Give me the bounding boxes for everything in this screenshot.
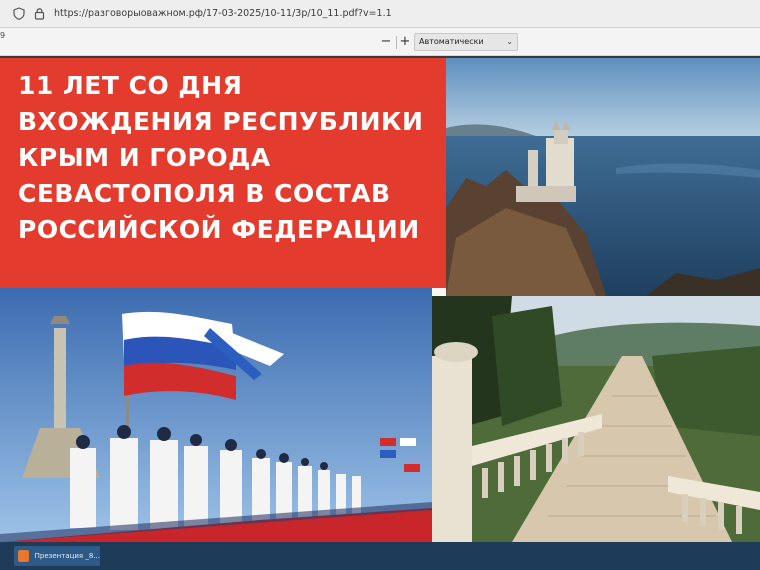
- photo-swallows-nest: [446, 58, 760, 296]
- url-text[interactable]: https://разговорыоважном.рф/17-03-2025/1…: [54, 8, 392, 19]
- slide-title-line: КРЫМ И ГОРОДА: [18, 143, 271, 172]
- pdf-page: 11 ЛЕТ СО ДНЯ ВХОЖДЕНИЯ РЕСПУБЛИКИ КРЫМ …: [0, 58, 760, 542]
- lock-icon[interactable]: [30, 5, 48, 23]
- zoom-out-button[interactable]: −: [379, 35, 393, 49]
- title-panel: 11 ЛЕТ СО ДНЯ ВХОЖДЕНИЯ РЕСПУБЛИКИ КРЫМ …: [0, 58, 446, 288]
- photo-park-staircase: [432, 296, 760, 542]
- chevron-down-icon: ⌄: [506, 37, 513, 46]
- slide-title: 11 ЛЕТ СО ДНЯ ВХОЖДЕНИЯ РЕСПУБЛИКИ КРЫМ …: [18, 68, 438, 248]
- shield-icon[interactable]: [10, 5, 28, 23]
- zoom-in-button[interactable]: +: [398, 35, 412, 49]
- zoom-select-value: Автоматически: [419, 37, 484, 46]
- toolbar-divider: [396, 36, 397, 49]
- page-number[interactable]: 9: [0, 31, 5, 40]
- browser-address-bar: https://разговорыоважном.рф/17-03-2025/1…: [0, 0, 760, 28]
- slide-title-line: РОССИЙСКОЙ ФЕДЕРАЦИИ: [18, 215, 420, 244]
- slide-title-line: 11 ЛЕТ СО ДНЯ: [18, 71, 243, 100]
- pdf-viewer[interactable]: 11 ЛЕТ СО ДНЯ ВХОЖДЕНИЯ РЕСПУБЛИКИ КРЫМ …: [0, 56, 760, 542]
- presentation-app-icon: [18, 550, 29, 562]
- taskbar-item-label: Презентация _8...: [34, 552, 100, 560]
- slide-title-line: СЕВАСТОПОЛЯ В СОСТАВ: [18, 179, 391, 208]
- zoom-select[interactable]: Автоматически ⌄: [414, 33, 518, 51]
- slide-title-line: ВХОЖДЕНИЯ РЕСПУБЛИКИ: [18, 107, 424, 136]
- taskbar-item-presentation[interactable]: Презентация _8...: [14, 546, 100, 566]
- photo-navy-parade: [0, 288, 432, 542]
- pdf-toolbar: 9 − + Автоматически ⌄: [0, 28, 760, 56]
- os-taskbar: Презентация _8...: [0, 542, 760, 570]
